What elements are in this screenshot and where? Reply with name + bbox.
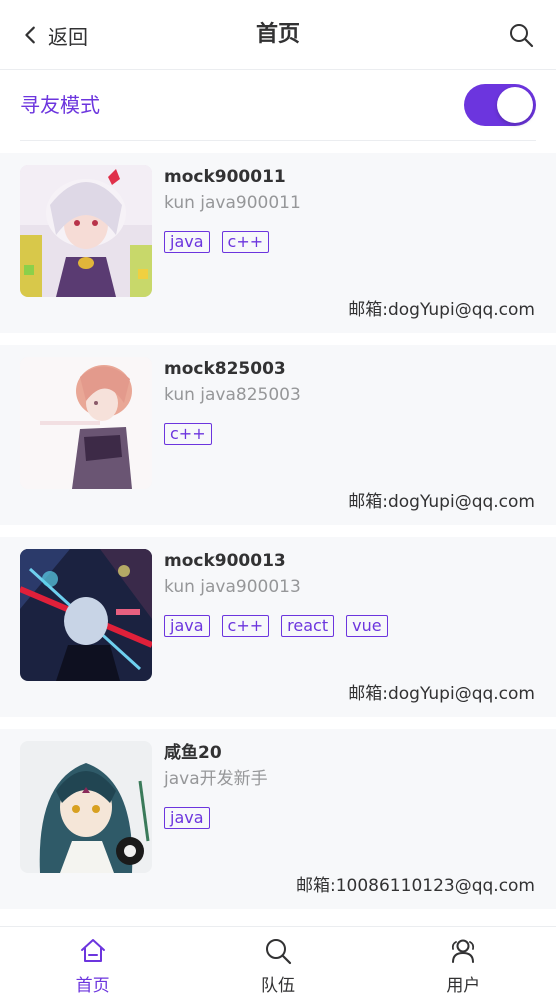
tag: java (164, 231, 210, 253)
friend-mode-toggle[interactable] (464, 84, 536, 126)
user-card[interactable]: mock900011 kun java900011 java c++ 邮箱:do… (0, 153, 556, 333)
user-list: mock900011 kun java900011 java c++ 邮箱:do… (0, 153, 556, 921)
user-email: 邮箱:10086110123@qq.com (296, 876, 535, 896)
search-icon (510, 24, 534, 48)
tab-label: 首页 (75, 976, 110, 996)
tab-label: 队伍 (260, 976, 295, 996)
user-name: mock825003 (164, 359, 286, 379)
tag: java (164, 615, 210, 637)
user-group-icon (452, 939, 475, 963)
toggle-knob (497, 87, 533, 123)
user-email: 邮箱:dogYupi@qq.com (348, 684, 535, 704)
user-profile: kun java900011 (164, 193, 301, 213)
avatar (20, 165, 152, 297)
tab-user[interactable]: 用户 (371, 927, 556, 1000)
back-button[interactable]: 返回 (20, 18, 88, 52)
tab-label: 用户 (446, 976, 481, 996)
user-card[interactable]: mock825003 kun java825003 c++ 邮箱:dogYupi… (0, 345, 556, 525)
tag-list: java c++ react vue (164, 615, 388, 637)
search-icon (265, 939, 292, 965)
user-name: mock900013 (164, 551, 286, 571)
search-button[interactable] (508, 22, 534, 48)
friend-mode-row: 寻友模式 (0, 70, 556, 141)
chevron-left-icon (25, 26, 35, 44)
tab-home[interactable]: 首页 (0, 927, 185, 1000)
home-page: 返回 首页 寻友模式 mock900011 kun java900011 jav… (0, 0, 556, 1000)
tag-list: java (164, 807, 210, 829)
nav-bar: 返回 首页 (0, 0, 556, 70)
tag: c++ (221, 615, 270, 637)
avatar (20, 357, 152, 489)
user-profile: kun java900013 (164, 577, 301, 597)
user-name: mock900011 (164, 167, 286, 187)
tag: react (281, 615, 335, 637)
avatar (20, 741, 152, 873)
tag: java (164, 807, 210, 829)
user-profile: java开发新手 (164, 769, 268, 789)
user-email: 邮箱:dogYupi@qq.com (348, 492, 535, 512)
back-label: 返回 (48, 24, 88, 49)
friend-mode-label: 寻友模式 (20, 93, 100, 117)
user-profile: kun java825003 (164, 385, 301, 405)
user-email: 邮箱:dogYupi@qq.com (348, 300, 535, 320)
user-card[interactable]: mock900013 kun java900013 java c++ react… (0, 537, 556, 717)
tab-bar: 首页 队伍 用户 (0, 926, 556, 1000)
user-name: 咸鱼20 (164, 743, 222, 763)
tag-list: c++ (164, 423, 212, 445)
avatar (20, 549, 152, 681)
tag-list: java c++ (164, 231, 270, 253)
tag: c++ (221, 231, 270, 253)
tab-team[interactable]: 队伍 (185, 927, 370, 1000)
tag: vue (346, 615, 388, 637)
home-icon (80, 939, 105, 962)
user-card[interactable]: 咸鱼20 java开发新手 java 邮箱:10086110123@qq.com (0, 729, 556, 909)
tag: c++ (164, 423, 212, 445)
